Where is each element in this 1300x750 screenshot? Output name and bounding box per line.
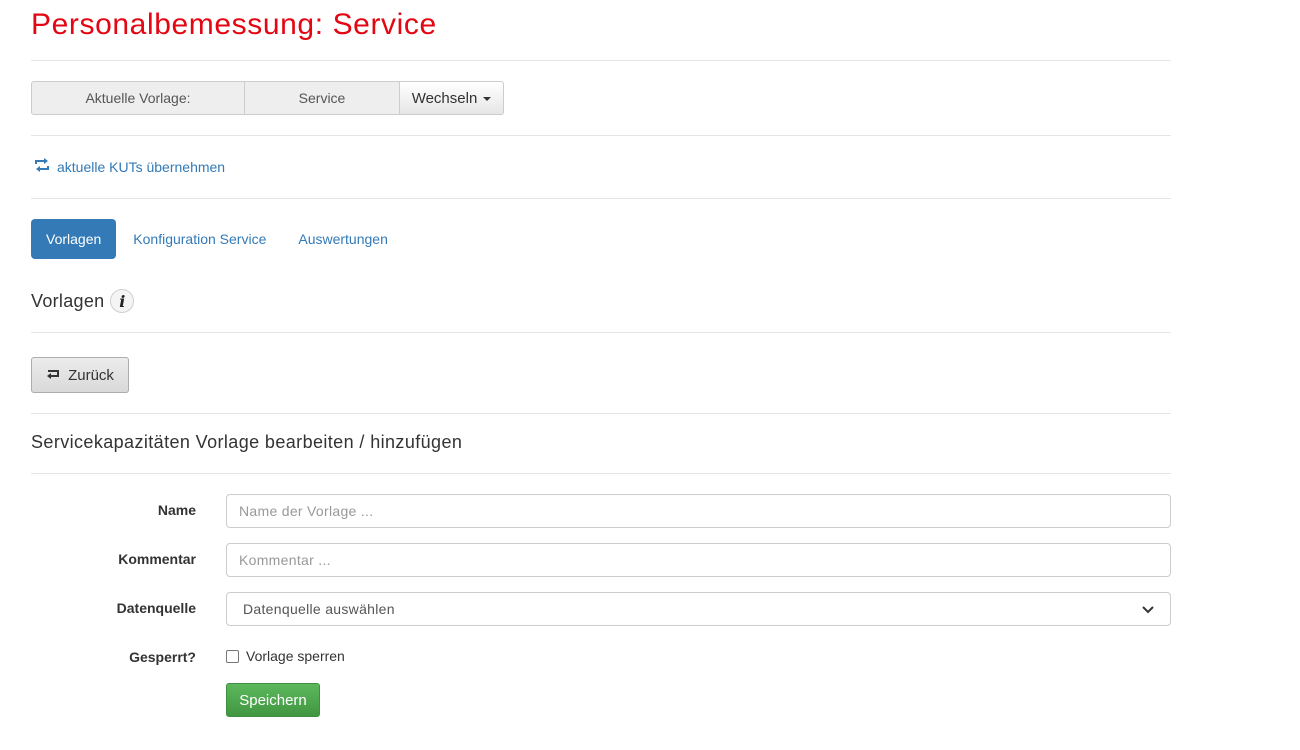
lock-template-checkbox[interactable] xyxy=(226,649,239,663)
datasource-selected: Datenquelle auswählen xyxy=(243,601,395,617)
section-heading: Vorlagen i xyxy=(31,289,135,313)
chevron-down-icon xyxy=(1142,601,1154,617)
form-title: Servicekapazitäten Vorlage bearbeiten / … xyxy=(31,432,463,452)
caret-down-icon xyxy=(483,97,492,101)
apply-kuts-link[interactable]: aktuelle KUTs übernehmen xyxy=(33,157,225,176)
tab-konfiguration-service[interactable]: Konfiguration Service xyxy=(118,219,281,259)
page-title: Personalbemessung: Service xyxy=(31,8,437,41)
comment-input[interactable] xyxy=(226,543,1171,577)
tab-auswertungen[interactable]: Auswertungen xyxy=(283,219,403,259)
locked-label: Gesperrt? xyxy=(129,649,196,665)
divider xyxy=(31,60,1171,61)
info-icon[interactable]: i xyxy=(110,289,135,313)
tab-bar: Vorlagen Konfiguration Service Auswertun… xyxy=(31,219,403,259)
divider xyxy=(31,198,1171,199)
back-button-label: Zurück xyxy=(68,366,114,384)
lock-template-label[interactable]: Vorlage sperren xyxy=(246,648,345,664)
switch-template-button[interactable]: Wechseln xyxy=(400,81,504,115)
lock-template-row: Vorlage sperren xyxy=(226,648,345,664)
name-input[interactable] xyxy=(226,494,1171,528)
section-title: Vorlagen xyxy=(31,290,105,311)
divider xyxy=(31,135,1171,136)
name-label: Name xyxy=(157,502,196,518)
comment-label: Kommentar xyxy=(118,551,196,567)
apply-kuts-label: aktuelle KUTs übernehmen xyxy=(57,158,226,175)
current-template-label: Aktuelle Vorlage: xyxy=(31,81,245,115)
template-selector: Aktuelle Vorlage: Service Wechseln xyxy=(31,81,504,115)
datasource-label: Datenquelle xyxy=(116,600,196,616)
divider xyxy=(31,332,1171,333)
divider xyxy=(31,473,1171,474)
current-template-value: Service xyxy=(245,81,400,115)
switch-template-label: Wechseln xyxy=(411,89,478,107)
datasource-select[interactable]: Datenquelle auswählen xyxy=(226,592,1171,626)
retweet-icon xyxy=(33,157,51,176)
save-button[interactable]: Speichern xyxy=(226,683,320,717)
back-button[interactable]: Zurück xyxy=(31,357,129,393)
return-icon xyxy=(46,367,61,384)
tab-vorlagen[interactable]: Vorlagen xyxy=(31,219,117,259)
divider xyxy=(31,413,1171,414)
